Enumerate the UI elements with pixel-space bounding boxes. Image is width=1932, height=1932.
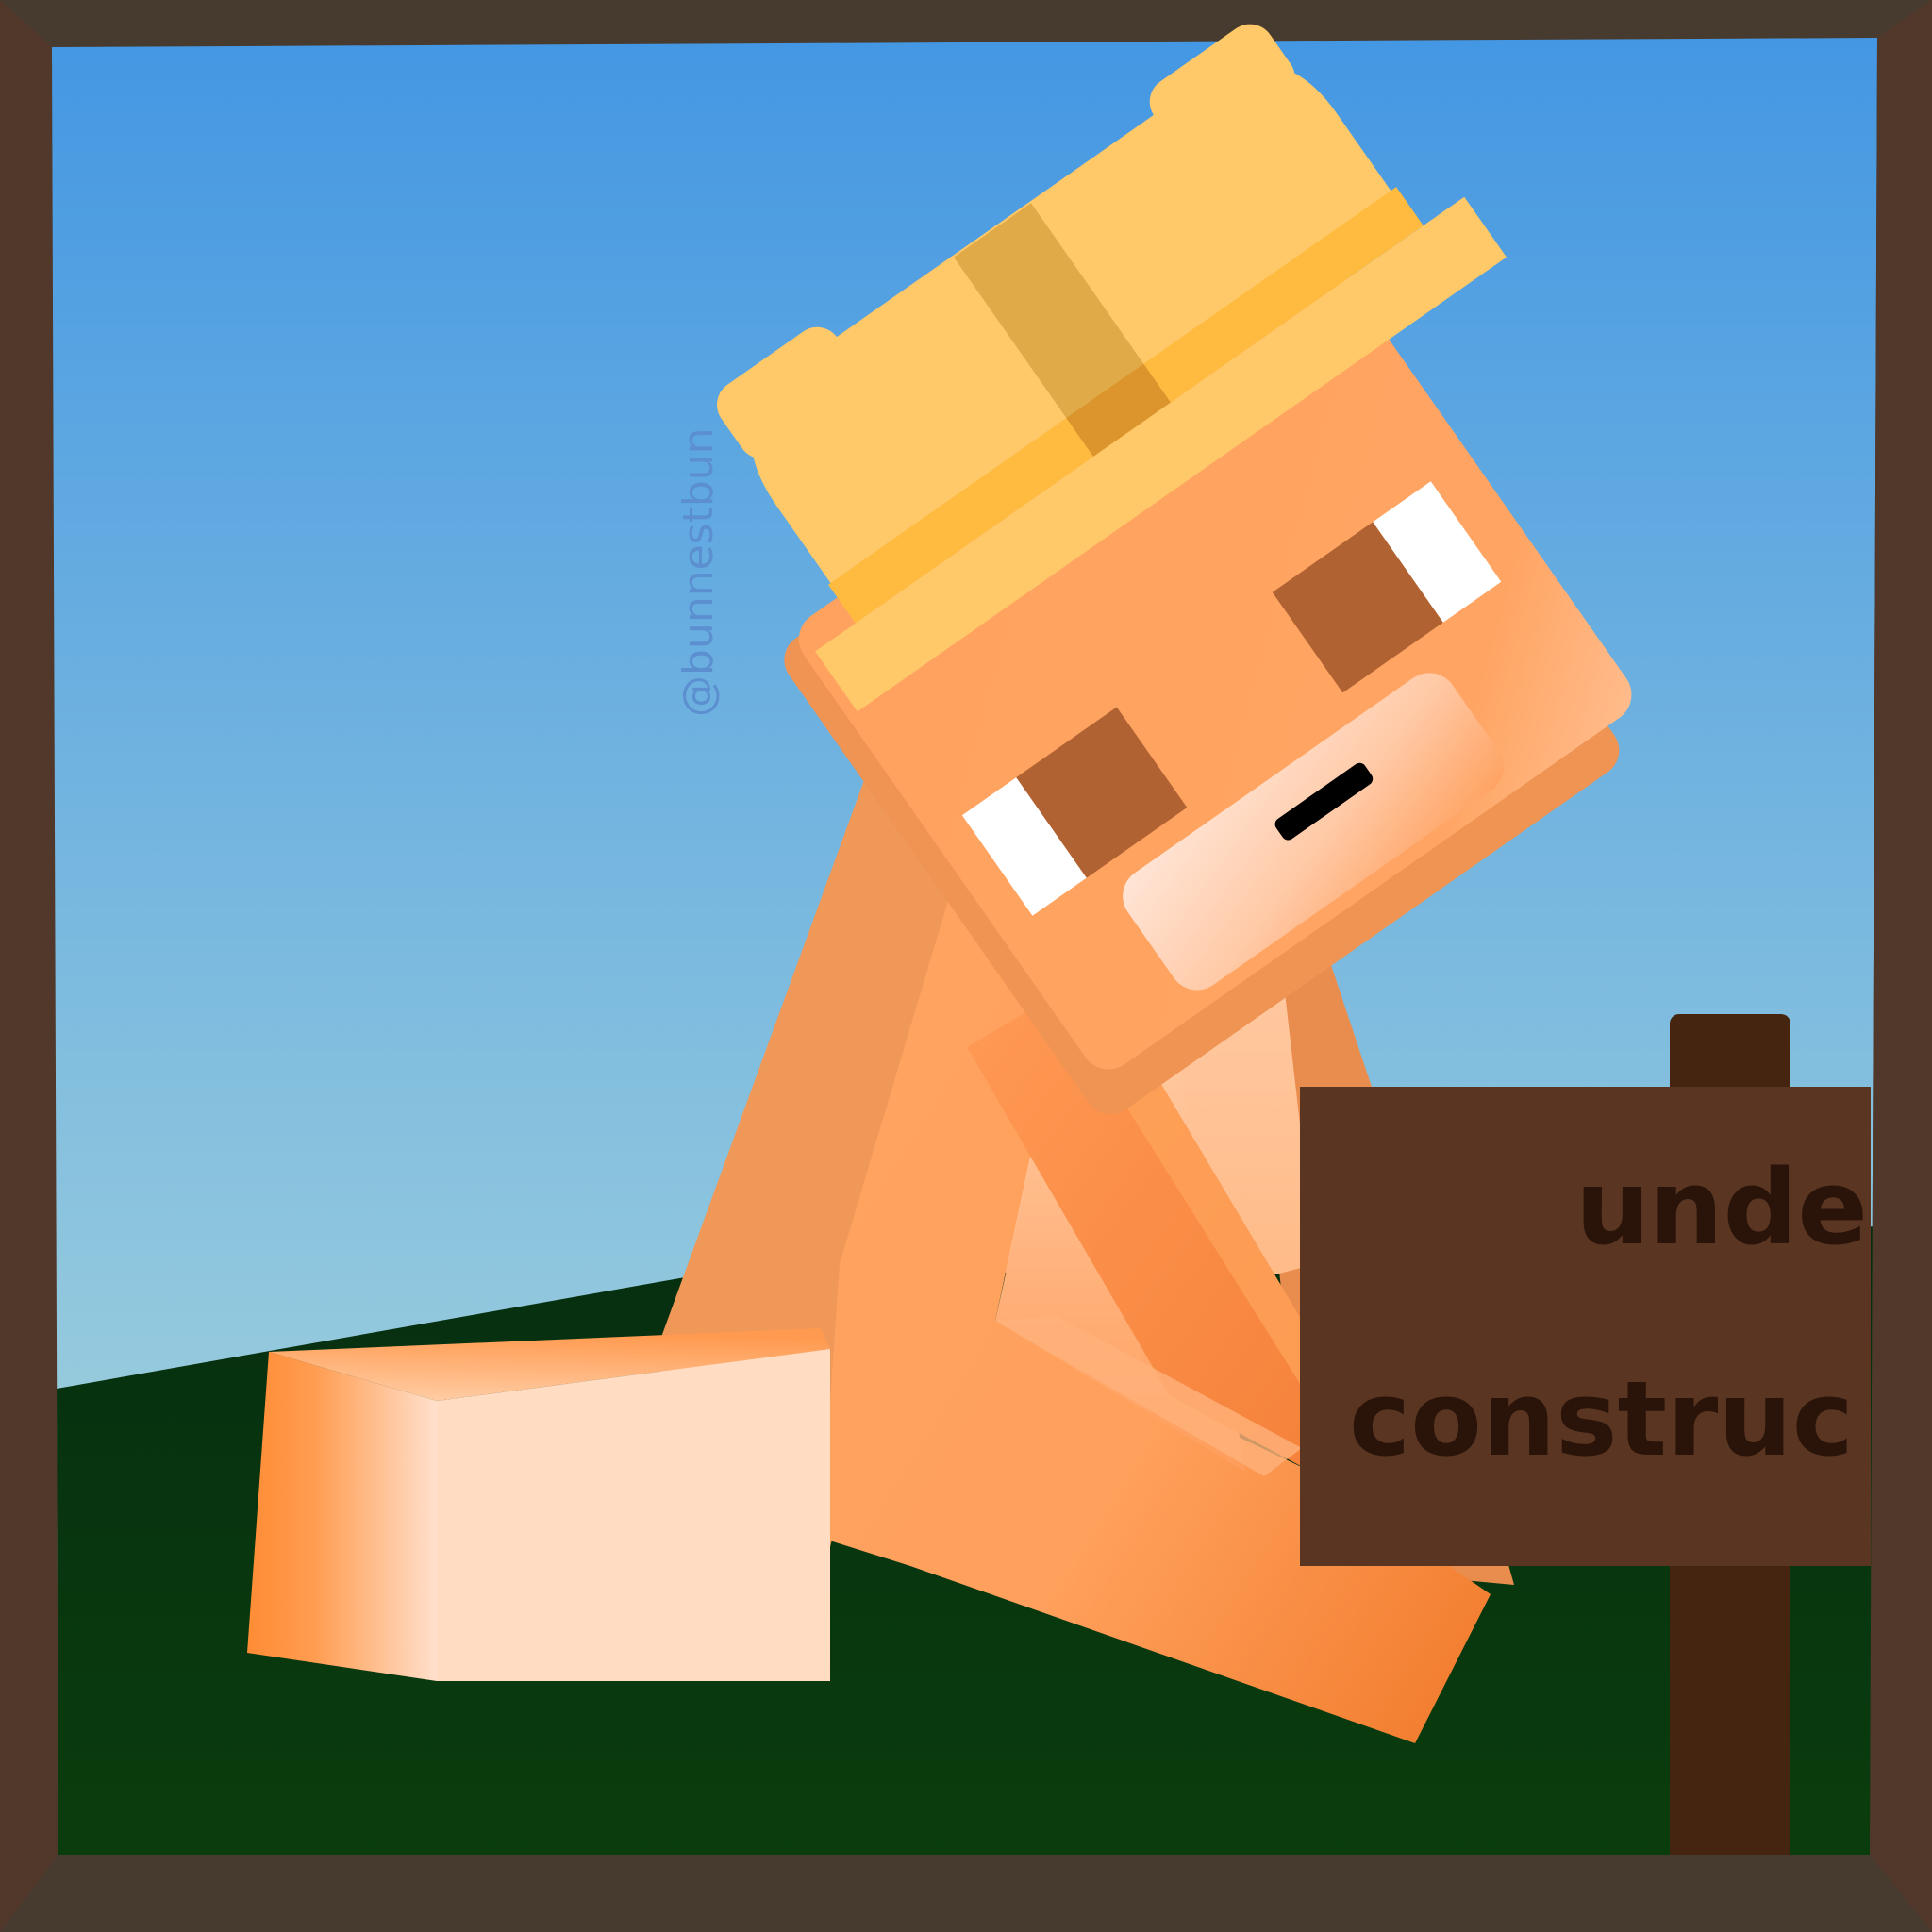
frame-bottom	[0, 1855, 1932, 1932]
character-foot-side	[247, 1352, 437, 1681]
frame-right-overlay	[1870, 0, 1932, 1932]
sign-post-bottom	[1670, 1547, 1790, 1855]
character-foot-front	[437, 1349, 830, 1681]
frame-left	[0, 0, 58, 1932]
illustration-canvas: @bunnestbun under construc	[0, 0, 1932, 1932]
construction-sign: under construc	[1300, 1087, 1919, 1566]
sign-line-1: under	[1575, 1147, 1919, 1268]
watermark-text: @bunnestbun	[675, 427, 723, 717]
sign-line-2: construc	[1349, 1358, 1854, 1479]
